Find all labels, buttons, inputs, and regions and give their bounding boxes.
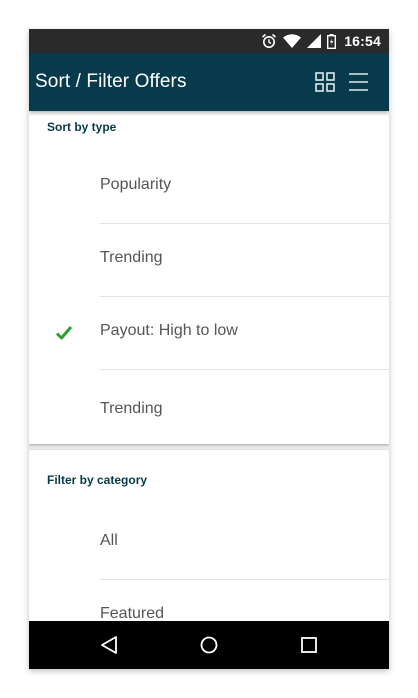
option-label: All — [100, 532, 118, 549]
signal-icon — [307, 34, 322, 48]
app-bar: Sort / Filter Offers — [29, 53, 389, 111]
sort-option-popularity[interactable]: Popularity — [29, 151, 389, 224]
status-bar: 16:54 — [29, 29, 389, 53]
grid-view-icon[interactable] — [313, 70, 337, 94]
phone-screen: 16:54 Sort / Filter Offers Sort by type … — [29, 29, 389, 669]
option-label: Trending — [100, 249, 163, 266]
wifi-icon — [283, 34, 302, 48]
option-label: Trending — [100, 400, 163, 417]
status-time: 16:54 — [344, 33, 381, 49]
checkmark-icon — [55, 326, 73, 340]
page-title: Sort / Filter Offers — [35, 71, 187, 92]
battery-icon — [327, 33, 337, 49]
option-label: Popularity — [100, 176, 172, 193]
sort-option-trending[interactable]: Trending — [29, 224, 389, 297]
list-view-icon[interactable] — [347, 70, 371, 94]
home-icon[interactable] — [197, 633, 221, 657]
sort-section-header: Sort by type — [47, 120, 117, 134]
sort-card: Sort by type Popularity Trending Payout:… — [29, 111, 389, 444]
status-icons: 16:54 — [261, 29, 381, 53]
sort-option-payout-high-to-low[interactable]: Payout: High to low — [29, 297, 389, 370]
sort-option-trending-2[interactable]: Trending — [29, 370, 389, 443]
filter-option-all[interactable]: All — [29, 507, 389, 580]
option-label: Payout: High to low — [100, 322, 238, 339]
back-icon[interactable] — [97, 633, 121, 657]
alarm-icon — [262, 33, 277, 48]
filter-section-header: Filter by category — [47, 473, 148, 487]
recents-icon[interactable] — [297, 633, 321, 657]
navigation-bar — [29, 621, 389, 669]
